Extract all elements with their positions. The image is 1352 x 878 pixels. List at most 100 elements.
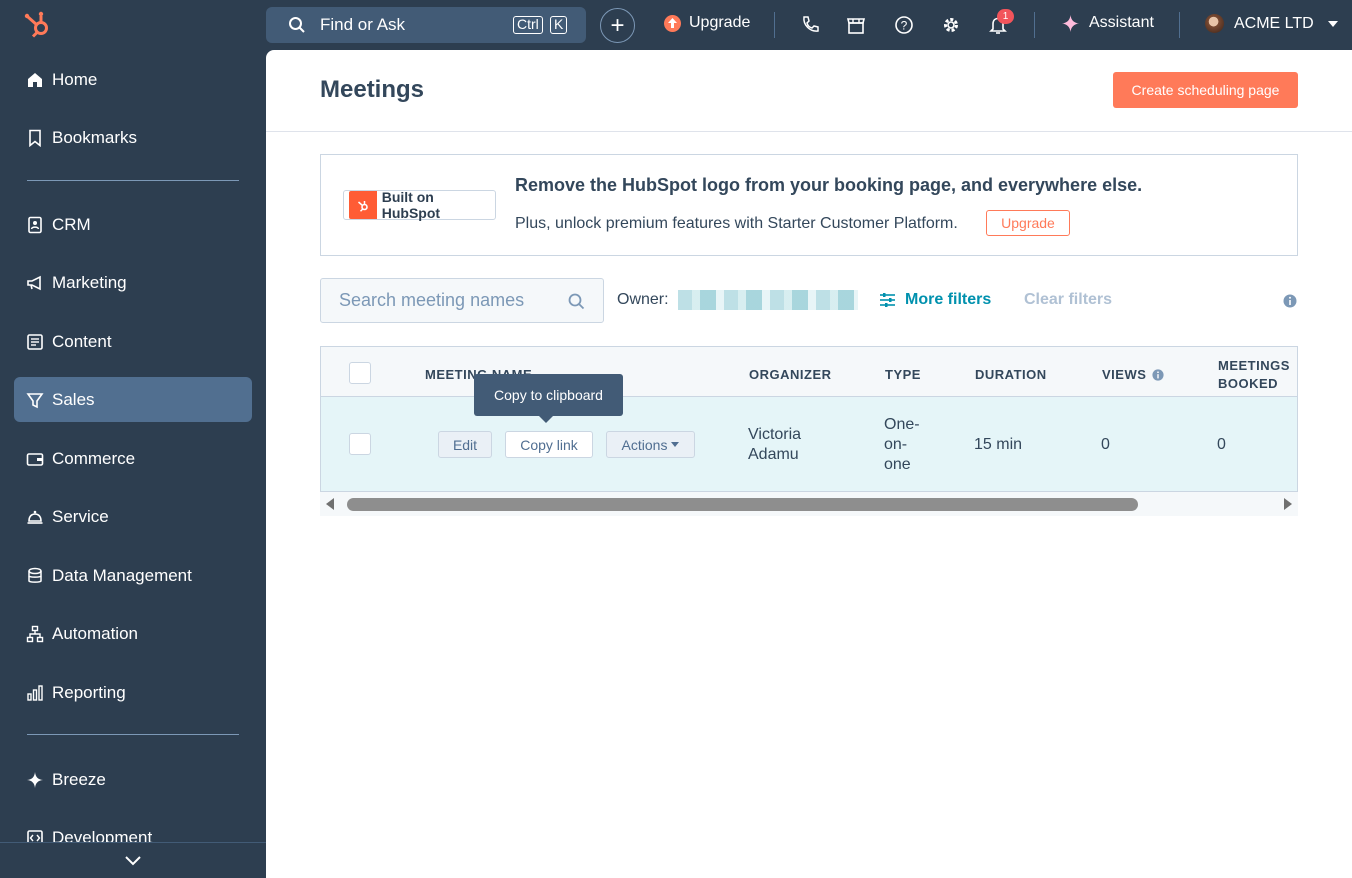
- divider: [1034, 12, 1035, 38]
- row-checkbox[interactable]: [349, 433, 371, 455]
- upgrade-top-button[interactable]: Upgrade: [664, 14, 750, 32]
- megaphone-icon: [27, 275, 41, 290]
- clear-filters-button[interactable]: Clear filters: [1024, 291, 1112, 309]
- plus-icon: +: [610, 11, 625, 39]
- wallet-icon: [26, 452, 44, 466]
- banner-upgrade-button[interactable]: Upgrade: [986, 210, 1070, 236]
- sidebar-item-commerce[interactable]: Commerce: [14, 436, 252, 481]
- owner-select-redacted[interactable]: [678, 290, 858, 310]
- owner-label: Owner:: [617, 291, 669, 308]
- sidebar-item-service[interactable]: Service: [14, 494, 252, 539]
- table-row[interactable]: Edit Copy link Actions Victoria Adamu On…: [320, 396, 1298, 492]
- global-search-bar[interactable]: Find or Ask Ctrl K: [266, 7, 586, 43]
- filter-bar: Search meeting names Owner: More filters…: [320, 278, 1298, 324]
- account-menu[interactable]: ACME LTD: [1205, 14, 1338, 33]
- horizontal-scrollbar[interactable]: [320, 492, 1298, 516]
- create-scheduling-page-button[interactable]: Create scheduling page: [1113, 72, 1298, 108]
- type-line1: One-: [884, 416, 920, 433]
- sidebar-divider: [27, 180, 239, 181]
- sidebar-item-data-management[interactable]: Data Management: [14, 553, 252, 598]
- database-icon: [28, 567, 42, 583]
- sidebar-item-automation[interactable]: Automation: [14, 611, 252, 656]
- copy-link-button[interactable]: Copy link: [505, 431, 593, 458]
- edit-button[interactable]: Edit: [438, 431, 492, 458]
- search-icon: [289, 17, 305, 33]
- settings-gear-icon[interactable]: [941, 15, 961, 35]
- search-icon: [568, 293, 585, 310]
- organizer-cell: Victoria Adamu: [748, 425, 801, 465]
- sidebar-item-crm[interactable]: CRM: [14, 202, 252, 247]
- search-meeting-input[interactable]: Search meeting names: [320, 278, 604, 323]
- booked-cell: 0: [1217, 436, 1226, 453]
- column-booked-line2: BOOKED: [1218, 376, 1279, 391]
- workflow-icon: [26, 625, 44, 642]
- page-header: Meetings Create scheduling page: [266, 50, 1352, 132]
- badge-text: Built on HubSpot: [381, 189, 441, 221]
- sidebar-expand-toggle[interactable]: [0, 842, 266, 878]
- sidebar-item-content[interactable]: Content: [14, 319, 252, 364]
- scroll-left-arrow-icon[interactable]: [326, 498, 334, 510]
- banner-subtitle: Plus, unlock premium features with Start…: [515, 215, 958, 232]
- marketplace-icon[interactable]: [846, 15, 866, 35]
- sidebar-item-bookmarks[interactable]: Bookmarks: [14, 115, 252, 160]
- scroll-right-arrow-icon[interactable]: [1284, 498, 1292, 510]
- sidebar-item-home[interactable]: Home: [14, 57, 252, 102]
- sidebar-item-breeze[interactable]: Breeze: [14, 757, 252, 802]
- column-booked-line1: MEETINGS: [1218, 358, 1290, 373]
- help-icon[interactable]: ?: [894, 15, 914, 35]
- sidebar-item-label: Content: [52, 331, 112, 351]
- sidebar-item-label: Commerce: [52, 448, 136, 468]
- column-duration[interactable]: DURATION: [975, 367, 1047, 382]
- banner-title: Remove the HubSpot logo from your bookin…: [515, 175, 1143, 195]
- sidebar-item-label: Home: [52, 69, 98, 89]
- scrollbar-thumb[interactable]: [347, 498, 1138, 511]
- assistant-button[interactable]: Assistant: [1062, 14, 1154, 32]
- sidebar-item-label: Data Management: [52, 565, 192, 585]
- actions-dropdown-button[interactable]: Actions: [606, 431, 695, 458]
- create-new-button[interactable]: +: [600, 8, 635, 43]
- contacts-icon: [28, 216, 42, 233]
- sidebar-item-label: Automation: [52, 623, 138, 643]
- sidebar-item-label: Sales: [52, 389, 95, 409]
- upgrade-label: Upgrade: [689, 14, 751, 31]
- views-cell: 0: [1101, 436, 1110, 453]
- column-type[interactable]: TYPE: [885, 367, 921, 382]
- svg-text:?: ?: [901, 19, 908, 33]
- home-icon: [28, 72, 42, 87]
- column-meetings-booked[interactable]: MEETINGS BOOKED: [1218, 358, 1290, 391]
- caret-down-icon: [671, 442, 680, 447]
- phone-icon[interactable]: [800, 15, 820, 35]
- notification-count-badge: 1: [997, 9, 1014, 24]
- built-on-hubspot-badge: Built on HubSpot: [343, 189, 496, 221]
- more-filters-button[interactable]: More filters: [880, 291, 991, 309]
- hubspot-logo-icon[interactable]: [22, 8, 54, 40]
- bookmark-icon: [29, 129, 41, 147]
- sidebar-item-marketing[interactable]: Marketing: [14, 260, 252, 305]
- type-line2: on-: [884, 436, 908, 453]
- column-views[interactable]: VIEWS: [1102, 367, 1164, 382]
- sidebar-item-label: Bookmarks: [52, 127, 138, 147]
- type-line3: one: [884, 456, 911, 473]
- select-all-checkbox[interactable]: [349, 362, 371, 384]
- sales-icon: [26, 392, 44, 408]
- filter-sliders-icon: [880, 293, 895, 307]
- info-icon[interactable]: [1283, 294, 1297, 308]
- page-title: Meetings: [320, 76, 425, 103]
- top-navigation-bar: Find or Ask Ctrl K + Upgrade ? 1 Assista…: [0, 0, 1352, 50]
- column-organizer[interactable]: ORGANIZER: [749, 367, 832, 382]
- divider: [774, 12, 775, 38]
- sidebar-item-label: Reporting: [52, 682, 126, 702]
- sidebar-divider: [27, 734, 239, 735]
- sparkle-icon: [1062, 14, 1079, 32]
- upgrade-banner: Built on HubSpot Remove the HubSpot logo…: [320, 154, 1298, 256]
- sidebar-item-label: Service: [52, 506, 109, 526]
- search-label: Find or Ask: [320, 15, 406, 34]
- sidebar-item-sales[interactable]: Sales: [14, 377, 252, 422]
- type-cell: One- on- one: [884, 415, 920, 475]
- info-icon[interactable]: [1152, 368, 1164, 381]
- sidebar-item-reporting[interactable]: Reporting: [14, 670, 252, 715]
- search-placeholder: Search meeting names: [339, 290, 525, 310]
- upgrade-arrow-icon: [664, 14, 681, 32]
- sidebar-item-label: Breeze: [52, 769, 106, 789]
- more-filters-label: More filters: [905, 291, 992, 308]
